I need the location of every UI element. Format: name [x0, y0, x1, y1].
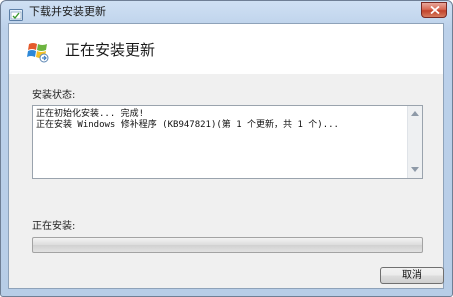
page-title: 正在安装更新 [65, 41, 156, 59]
client-area: 正在安装更新 安装状态: 正在初始化安装... 完成! 正在安装 Windows… [8, 23, 444, 289]
dialog-body: 安装状态: 正在初始化安装... 完成! 正在安装 Windows 修补程序 (… [9, 74, 443, 288]
status-line: 正在安装 Windows 修补程序 (KB947821)(第 1 个更新，共 1… [36, 120, 339, 130]
install-progress-bar [32, 237, 423, 253]
status-line: 正在初始化安装... 完成! [36, 109, 145, 119]
vertical-scrollbar[interactable] [407, 106, 422, 178]
window-title: 下载并安装更新 [29, 5, 106, 18]
title-bar[interactable]: 下载并安装更新 [1, 1, 452, 23]
close-icon [430, 6, 440, 14]
cancel-button[interactable]: 取消 [380, 267, 444, 284]
dialog-window: 下载并安装更新 正在安装更新 安装状态: 正在初始化安装... 完成! 正在安装… [0, 0, 453, 297]
close-button[interactable] [421, 2, 447, 18]
header-band: 正在安装更新 [9, 24, 443, 74]
windows-logo-icon [26, 39, 50, 63]
status-label: 安装状态: [32, 90, 76, 101]
windows-update-icon [9, 6, 23, 21]
scroll-down-icon[interactable] [411, 167, 419, 172]
progress-label: 正在安装: [32, 221, 76, 232]
status-textbox[interactable]: 正在初始化安装... 完成! 正在安装 Windows 修补程序 (KB9478… [32, 105, 423, 179]
scroll-up-icon[interactable] [411, 111, 419, 116]
